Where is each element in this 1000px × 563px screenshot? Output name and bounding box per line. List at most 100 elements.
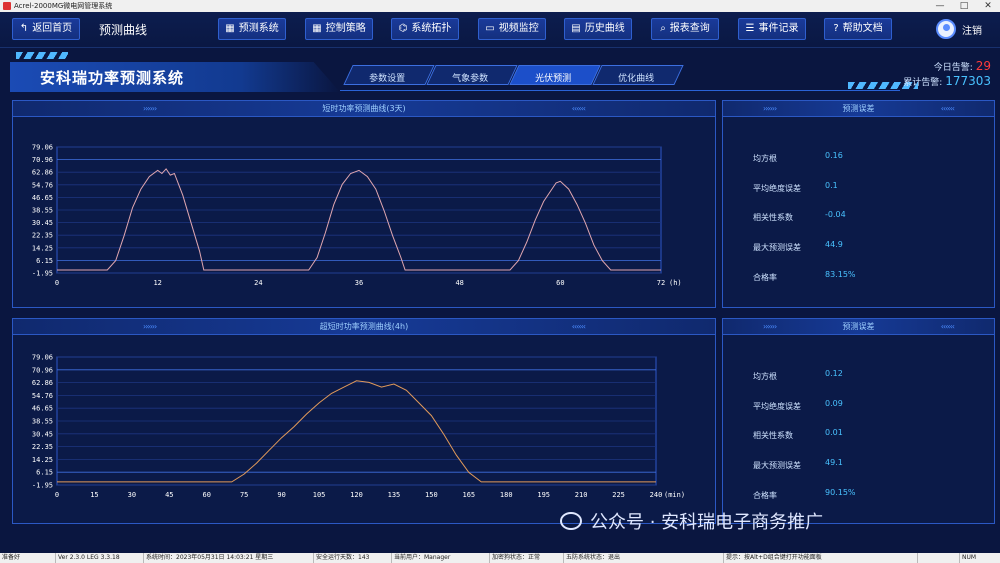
logout-label[interactable]: 注销 [962, 22, 982, 37]
list-icon: ☰ [745, 23, 755, 34]
y-tick-label: 30.45 [32, 219, 53, 227]
toolbar-button-events[interactable]: ☰ 事件记录 [738, 18, 806, 40]
y-tick-label: 38.55 [32, 418, 53, 426]
metric-label-max-error: 最大预测误差 [753, 243, 801, 252]
x-tick-label: 120 [350, 491, 363, 499]
metric-label-correlation: 相关性系数 [753, 431, 793, 440]
metric-value-rmse: 0.16 [825, 151, 843, 160]
y-tick-label: 38.55 [32, 207, 53, 215]
metric-value-max-error: 44.9 [825, 240, 843, 249]
toolbar-button-history[interactable]: ▤ 历史曲线 [564, 18, 632, 40]
toolbar-button-forecast[interactable]: ▦ 预测系统 [218, 18, 286, 40]
metric-value-correlation: -0.04 [825, 210, 846, 219]
tab-pv-forecast[interactable]: 光伏预测 [509, 65, 601, 85]
ultra-short-chart-header: ›››››› 超短时功率预测曲线(4h) ‹‹‹‹‹‹ [13, 319, 715, 335]
toolbar-button-report[interactable]: ⌕ 报表查询 [651, 18, 719, 40]
y-tick-label: 14.25 [32, 456, 53, 464]
x-tick-label: 210 [575, 491, 588, 499]
chevron-left-icon: ‹‹‹‹‹‹ [940, 322, 955, 331]
page-title: 预测曲线 [99, 23, 148, 37]
ultra-short-chart: -1.95 6.15 14.25 22.35 30.45 38.55 46.65 54.76 6… [32, 354, 685, 500]
metric-label-correlation: 相关性系数 [753, 213, 793, 222]
x-tick-label: 72 [657, 279, 665, 287]
tab-bar: 参数设置 气象参数 光伏预测 优化曲线 [343, 65, 684, 85]
window-title: Acrel-2000MG微电网管理系统 [14, 2, 113, 10]
decor-stripes [16, 52, 68, 59]
x-tick-label: 0 [55, 491, 59, 499]
chevron-left-icon: ‹‹‹‹‹‹ [940, 104, 955, 113]
short-term-error-header: ›››››› 预测误差 ‹‹‹‹‹‹ [723, 101, 994, 117]
user-area[interactable]: 注销 [936, 19, 982, 39]
y-tick-label: 54.76 [32, 181, 53, 189]
metric-value-pass-rate: 83.15% [825, 270, 856, 279]
chevron-right-icon: ›››››› [143, 104, 157, 113]
tab-weather[interactable]: 气象参数 [426, 65, 518, 85]
banner-divider [340, 90, 900, 91]
y-tick-label: 79.06 [32, 144, 53, 152]
tab-params[interactable]: 参数设置 [343, 65, 435, 85]
maximize-button[interactable]: □ [952, 0, 976, 12]
toolbar-button-topology[interactable]: ⌬ 系统拓扑 [391, 18, 459, 40]
alarm-today-value: 29 [975, 59, 991, 73]
x-tick-label: 0 [55, 279, 59, 287]
short-term-chart-title: 短时功率预测曲线(3天) [322, 104, 406, 113]
watermark: 公众号 · 安科瑞电子商务推广 [560, 508, 823, 534]
x-tick-label: 135 [388, 491, 401, 499]
y-tick-label: 79.06 [32, 354, 53, 362]
metric-value-correlation: 0.01 [825, 428, 843, 437]
metric-value-mae: 0.09 [825, 399, 843, 408]
back-home-button[interactable]: ↰ 返回首页 [12, 18, 80, 40]
back-home-label: 返回首页 [32, 23, 73, 34]
minimize-button[interactable]: — [928, 0, 952, 12]
alarm-today: 今日告警: 29 [933, 59, 991, 73]
x-axis-unit: (min) [664, 491, 685, 499]
status-version: Ver 2.3.0 LEG 3.3.18 [56, 553, 144, 563]
metric-value-rmse: 0.12 [825, 369, 843, 378]
status-five-prevention: 五防系统状态：退出 [564, 553, 724, 563]
camera-icon: ▭ [485, 23, 495, 34]
x-tick-label: 90 [277, 491, 285, 499]
alarm-total: 累计告警: 177303 [903, 74, 991, 88]
short-term-chart-header: ›››››› 短时功率预测曲线(3天) ‹‹‹‹‹‹ [13, 101, 715, 117]
status-dongle: 加密狗状态：正常 [490, 553, 564, 563]
x-tick-label: 60 [556, 279, 564, 287]
system-title: 安科瑞功率预测系统 [40, 69, 185, 87]
metric-label-max-error: 最大预测误差 [753, 461, 801, 470]
x-tick-label: 180 [500, 491, 513, 499]
x-tick-label: 30 [128, 491, 136, 499]
tab-optimized-curve[interactable]: 优化曲线 [592, 65, 684, 85]
y-tick-label: 14.25 [32, 244, 53, 252]
metric-value-pass-rate: 90.15% [825, 488, 856, 497]
toolbar-button-help[interactable]: ? 帮助文档 [824, 18, 892, 40]
series-line [57, 380, 656, 483]
x-tick-label: 15 [90, 491, 98, 499]
y-tick-label: -1.95 [32, 482, 53, 490]
status-ready: 准备好 [0, 553, 56, 563]
x-tick-label: 60 [203, 491, 211, 499]
banner: 安科瑞功率预测系统 参数设置 气象参数 光伏预测 优化曲线 今日告警: 29 累… [10, 52, 995, 92]
ultra-short-error-title: 预测误差 [842, 322, 875, 331]
chevron-right-icon: ›››››› [763, 104, 777, 113]
top-toolbar: ↰ 返回首页 预测曲线 ▦ 预测系统 ▦ 控制策略 ⌬ 系统拓扑 ▭ 视频监控 ▤ 历史曲线… [0, 12, 1000, 48]
metric-label-mae: 平均绝度误差 [753, 184, 801, 193]
status-empty [918, 553, 960, 563]
ultra-short-error-panel: ›››››› 预测误差 ‹‹‹‹‹‹ 均方根 0.12 平均绝度误差 0.09 … [722, 318, 995, 524]
metric-label-pass-rate: 合格率 [753, 491, 777, 500]
short-term-error-panel: ›››››› 预测误差 ‹‹‹‹‹‹ 均方根 0.16 平均绝度误差 0.1 相… [722, 100, 995, 308]
window-controls: — □ ✕ [928, 0, 1000, 12]
window-title-bar: Acrel-2000MG微电网管理系统 — □ ✕ [0, 0, 1000, 12]
x-tick-label: 12 [153, 279, 161, 287]
toolbar-button-video[interactable]: ▭ 视频监控 [478, 18, 546, 40]
x-axis-unit: (h) [669, 279, 682, 287]
toolbar-button-strategy[interactable]: ▦ 控制策略 [305, 18, 373, 40]
y-tick-label: 30.45 [32, 430, 53, 438]
close-button[interactable]: ✕ [976, 0, 1000, 12]
y-tick-label: 54.76 [32, 392, 53, 400]
user-avatar-icon[interactable] [936, 19, 956, 39]
short-term-error-title: 预测误差 [842, 104, 875, 113]
y-tick-label: -1.95 [32, 270, 53, 278]
x-tick-label: 24 [254, 279, 262, 287]
x-tick-label: 240 [650, 491, 663, 499]
metric-value-max-error: 49.1 [825, 458, 843, 467]
x-tick-label: 225 [612, 491, 625, 499]
